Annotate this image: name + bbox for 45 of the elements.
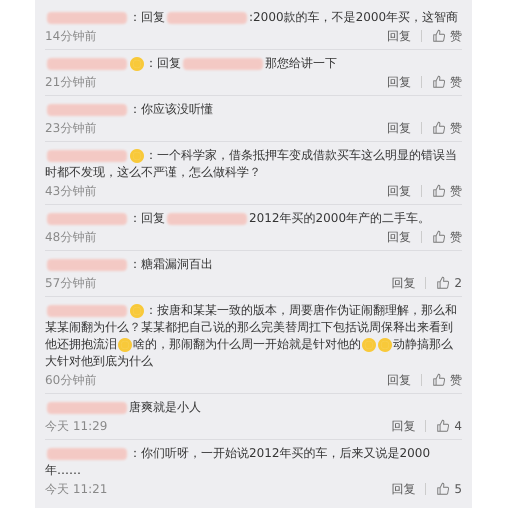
thumbs-up-icon — [436, 482, 450, 496]
reply-link[interactable]: 回复 — [387, 227, 411, 247]
like-button[interactable]: 5 — [436, 479, 462, 499]
comment-text: 唐爽就是小人 — [45, 399, 462, 416]
reply-link[interactable]: 回复 — [387, 181, 411, 201]
comment-time: 21分钟前 — [45, 74, 96, 91]
like-button[interactable]: 赞 — [432, 118, 462, 138]
comment-text: ：你们听呀，一开始说2012年买的车，后来又说是2000年…… — [45, 445, 432, 479]
comment-text: ：糖霜漏洞百出 — [45, 256, 462, 273]
comment-text: ：回复 2012年买的2000年产的二手车。 — [45, 210, 462, 227]
comment-time: 43分钟前 — [45, 183, 96, 200]
like-button[interactable]: 赞 — [432, 227, 462, 247]
comment-text: ：一个科学家，借条抵押车变成借款买车这么明显的错误当时都不发现，这么不严谨，怎么做科学？ — [45, 147, 458, 181]
thumbs-up-icon — [432, 230, 446, 244]
like-button[interactable]: 赞 — [432, 181, 462, 201]
comment-text: ：回复 那您给讲一下 — [45, 55, 462, 72]
comment-time: 48分钟前 — [45, 229, 96, 246]
like-button[interactable]: 赞 — [432, 370, 462, 390]
thumbs-up-icon — [432, 75, 446, 89]
thumbs-up-icon — [432, 29, 446, 43]
comment-time: 今天 11:21 — [45, 481, 108, 498]
reply-link[interactable]: 回复 — [387, 370, 411, 390]
comment-text: ：按唐和某某一致的版本，周要唐作伪证闹翻理解，那么和某某闹翻为什么？某某都把自己说的那么完美替周扛下包括说周保释出来看到他还拥抱流泪 啥的，那闹翻为什么周一开始就是针对他的 动静搞那么大针对他到底为什么 — [45, 302, 458, 370]
comment-text: ：回复 :2000款的车，不是2000年买，这智商 — [45, 9, 462, 26]
like-button[interactable]: 4 — [436, 416, 462, 436]
reply-link[interactable]: 回复 — [391, 273, 416, 293]
comment-time: 14分钟前 — [45, 28, 96, 45]
thumbs-up-icon — [436, 419, 450, 433]
reply-link[interactable]: 回复 — [387, 118, 411, 138]
reply-link[interactable]: 回复 — [387, 72, 411, 92]
like-button[interactable]: 2 — [436, 273, 462, 293]
thumbs-up-icon — [436, 276, 450, 290]
like-button[interactable]: 赞 — [432, 72, 462, 92]
reply-link[interactable]: 回复 — [387, 26, 411, 46]
reply-link[interactable]: 回复 — [391, 479, 416, 499]
like-button[interactable]: 赞 — [432, 26, 462, 46]
comment-time: 60分钟前 — [45, 372, 96, 389]
thumbs-up-icon — [432, 184, 446, 198]
comment-time: 今天 11:29 — [45, 418, 108, 435]
comment-time: 23分钟前 — [45, 120, 96, 137]
thumbs-up-icon — [432, 373, 446, 387]
thumbs-up-icon — [432, 121, 446, 135]
comment-text: ：你应该没听懂 — [45, 101, 462, 118]
comment-time: 57分钟前 — [45, 275, 96, 292]
reply-link[interactable]: 回复 — [391, 416, 416, 436]
